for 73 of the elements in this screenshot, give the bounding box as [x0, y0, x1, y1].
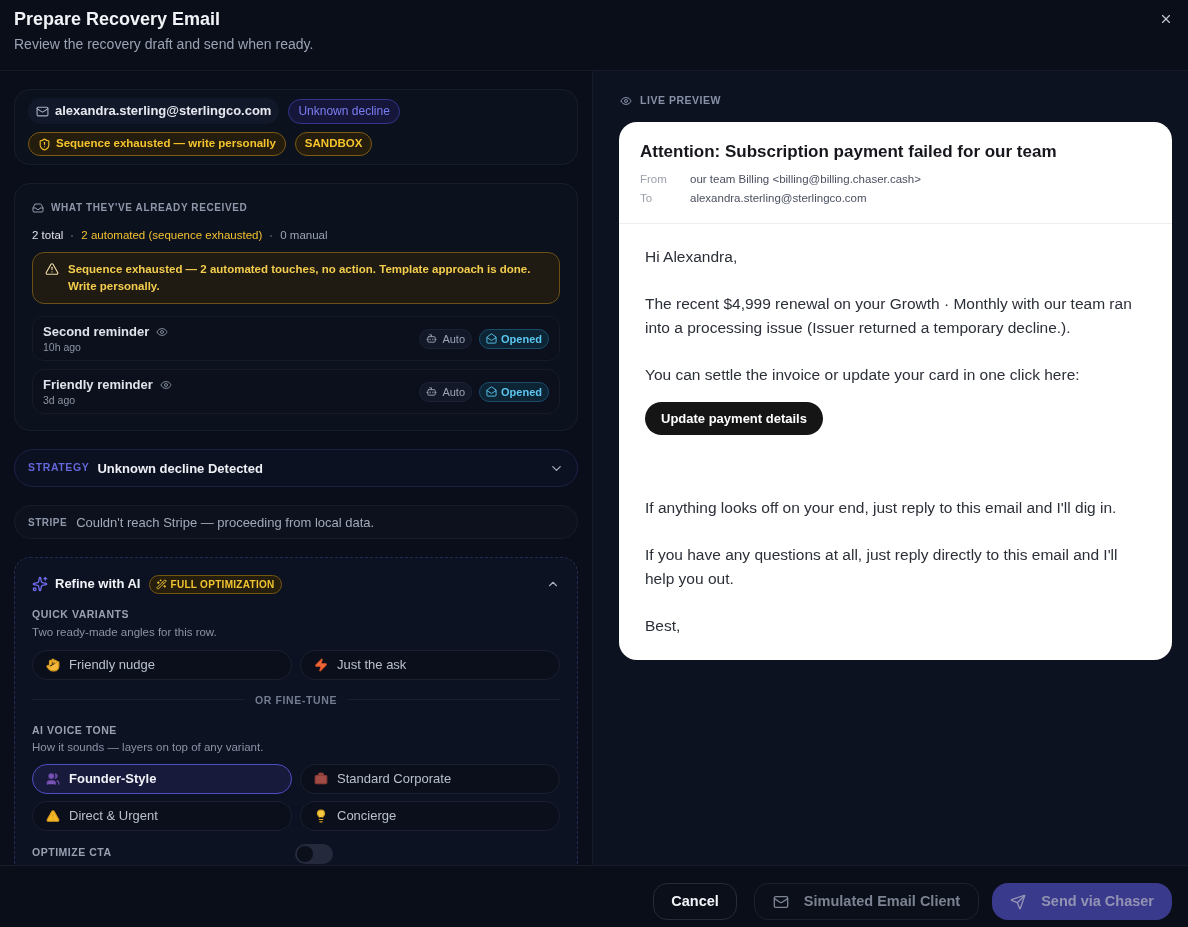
robot-icon: [426, 333, 438, 345]
message-title: Second reminder: [43, 323, 150, 341]
history-stat: 2 total: [32, 228, 64, 243]
option-button[interactable]: Concierge: [300, 800, 560, 831]
lightbulb-icon: [314, 808, 328, 823]
briefcase-icon: [314, 771, 328, 786]
tag-label: Sequence exhausted — write personally: [56, 136, 276, 152]
from-address: our team Billing <billing@billing.chaser.cash>: [690, 171, 921, 187]
cta-button[interactable]: Update payment details: [645, 401, 823, 435]
email-paragraph: You can settle the invoice or update your card in one click here:: [645, 364, 1080, 385]
status-label: Opened: [501, 384, 542, 400]
toggle-switch[interactable]: [295, 843, 333, 864]
to-address: alexandra.sterling@sterlingco.com: [690, 190, 867, 206]
email-address: alexandra.sterling@sterlingco.com: [55, 102, 272, 121]
hand-icon: [46, 657, 60, 672]
option-button[interactable]: Founder-Style: [32, 763, 292, 794]
section-title: Refine with AI: [55, 575, 141, 594]
source-label: Auto: [442, 331, 466, 347]
badge-label: FULL OPTIMIZATION: [170, 577, 275, 592]
dialog-subtitle: Review the recovery draft and send when ready.: [14, 35, 314, 54]
open-envelope-icon: [486, 386, 498, 398]
status-label: Opened: [501, 331, 542, 347]
robot-icon: [426, 386, 438, 398]
option-button[interactable]: Standard Corporate: [300, 763, 560, 794]
email-paragraph: The recent $4,999 renewal on your Growth · Monthly with our team ran into a processing issue (Issuer returned a temporary decline.).: [645, 293, 1133, 338]
preview-label: LIVE PREVIEW: [640, 93, 721, 108]
sent-time: 3d ago: [43, 393, 77, 408]
option-button[interactable]: Friendly nudge: [32, 649, 292, 680]
sent-time: 10h ago: [43, 340, 82, 355]
group-label: QUICK VARIANTS: [32, 606, 130, 621]
mail-icon: [36, 104, 49, 118]
lightning-icon: [314, 657, 328, 672]
divider-label: OR FINE-TUNE: [254, 692, 338, 707]
group-label: OPTIMIZE CTA: [32, 844, 113, 859]
eye-icon: [620, 94, 632, 107]
email-paragraph: Best,: [645, 615, 681, 636]
email-paragraph: Hi Alexandra,: [645, 246, 738, 267]
stripe-message: Couldn't reach Stripe — proceeding from local data.: [76, 513, 375, 532]
group-label: AI VOICE TONE: [32, 722, 118, 737]
alert-text: Sequence exhausted — 2 automated touches, no action. Template approach is done. Write personally.: [68, 262, 532, 295]
mail-icon: [772, 893, 789, 910]
email-paragraph: If you have any questions at all, just reply directly to this email and I'll help you out.: [645, 544, 1119, 589]
stripe-label: STRIPE: [28, 515, 68, 530]
tag-label: SANDBOX: [304, 136, 363, 152]
from-label: From: [640, 171, 668, 187]
decline-tag: Unknown decline: [288, 98, 400, 124]
send-icon: [1010, 893, 1027, 910]
warning-icon: [46, 808, 60, 823]
group-hint: How it sounds — layers on top of any variant.: [32, 739, 265, 755]
group-hint: Two ready-made angles for this row.: [32, 624, 218, 640]
strategy-toggle[interactable]: STRATEGY Unknown decline Detected: [14, 449, 578, 488]
email-paragraph: If anything looks off on your end, just reply to this email and I'll dig in.: [645, 497, 1117, 518]
eye-icon: [156, 325, 169, 338]
history-stat: 2 automated (sequence exhausted): [81, 228, 263, 243]
to-label: To: [640, 190, 654, 206]
people-icon: [46, 771, 60, 786]
eye-icon: [159, 378, 172, 391]
section-heading: WHAT THEY'VE ALREADY RECEIVED: [51, 201, 248, 215]
dialog-title: Prepare Recovery Email: [14, 8, 222, 31]
cancel-button[interactable]: Cancel: [653, 883, 737, 920]
option-button[interactable]: Just the ask: [300, 649, 560, 680]
close-icon: [1159, 12, 1173, 26]
source-label: Auto: [442, 384, 466, 400]
shield-icon: [38, 137, 51, 151]
inbox-icon: [32, 201, 44, 214]
message-title: Friendly reminder: [43, 376, 153, 394]
option-button[interactable]: Direct & Urgent: [32, 800, 292, 831]
sparkles-icon: [32, 576, 48, 592]
magic-wand-icon: [156, 578, 168, 590]
email-subject: Attention: Subscription payment failed for our team: [640, 140, 1058, 163]
history-stat: 0 manual: [280, 228, 328, 243]
warning-icon: [45, 262, 59, 277]
open-envelope-icon: [486, 333, 498, 345]
